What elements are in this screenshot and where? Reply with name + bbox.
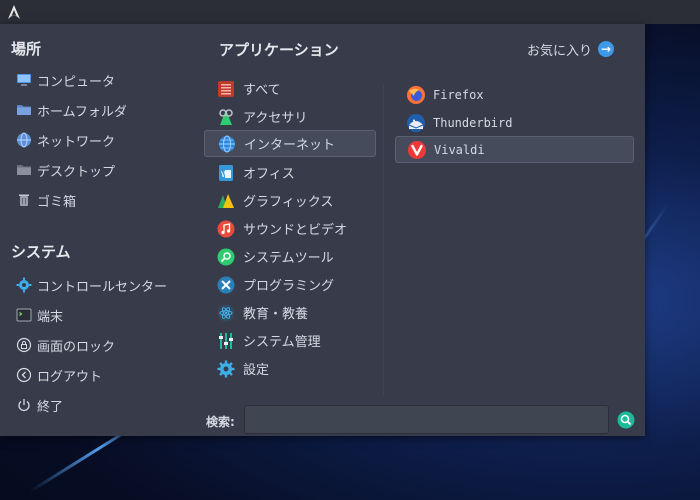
system-shutdown[interactable]: 終了 bbox=[16, 393, 63, 417]
place-trash[interactable]: ゴミ箱 bbox=[16, 188, 76, 212]
office-icon: W bbox=[216, 163, 236, 183]
search-icon[interactable] bbox=[617, 411, 635, 429]
power-icon bbox=[16, 397, 32, 413]
arrow-right-icon: → bbox=[598, 41, 615, 57]
system-label: 画面のロック bbox=[37, 339, 116, 355]
system-logout[interactable]: ログアウト bbox=[16, 363, 102, 387]
place-label: デスクトップ bbox=[37, 164, 116, 180]
system-title: システム bbox=[11, 243, 71, 261]
settings-icon bbox=[216, 359, 236, 379]
place-label: ホームフォルダ bbox=[37, 104, 127, 120]
app-thunderbird[interactable]: Thunderbird bbox=[395, 109, 634, 136]
category-label: オフィス bbox=[243, 167, 295, 182]
application-menu: 場所 コンピュータ ホームフォルダ ネットワーク デスクトップ ゴミ箱 システム bbox=[0, 24, 645, 436]
places-title: 場所 bbox=[11, 40, 42, 58]
system-label: 端末 bbox=[37, 309, 64, 325]
place-home-folder[interactable]: ホームフォルダ bbox=[16, 98, 127, 122]
system-label: ログアウト bbox=[37, 369, 103, 385]
system-label: 終了 bbox=[37, 399, 64, 415]
terminal-icon bbox=[16, 307, 32, 323]
category-label: 教育・教養 bbox=[243, 307, 309, 322]
trash-icon bbox=[16, 192, 32, 208]
place-network[interactable]: ネットワーク bbox=[16, 128, 115, 152]
sound-video-icon bbox=[216, 219, 236, 239]
internet-icon bbox=[217, 134, 237, 154]
category-label: グラフィックス bbox=[243, 195, 334, 210]
app-vivaldi[interactable]: Vivaldi bbox=[395, 136, 634, 163]
system-admin-icon bbox=[216, 331, 236, 351]
control-center-icon bbox=[16, 277, 32, 293]
place-desktop[interactable]: デスクトップ bbox=[16, 158, 115, 182]
home-folder-icon bbox=[16, 102, 32, 118]
category-sound-video[interactable]: サウンドとビデオ bbox=[204, 215, 376, 242]
place-computer[interactable]: コンピュータ bbox=[16, 68, 115, 92]
search-input[interactable] bbox=[244, 405, 609, 434]
top-panel bbox=[0, 0, 700, 24]
category-accessories[interactable]: アクセサリ bbox=[204, 103, 376, 130]
app-firefox[interactable]: Firefox bbox=[395, 81, 634, 108]
lock-icon bbox=[16, 337, 32, 353]
category-all[interactable]: すべて bbox=[204, 75, 376, 102]
system-control-center[interactable]: コントロールセンター bbox=[16, 273, 167, 297]
place-label: ゴミ箱 bbox=[37, 194, 77, 210]
category-system-tools[interactable]: システムツール bbox=[204, 243, 376, 270]
accessories-icon bbox=[216, 107, 236, 127]
category-label: アクセサリ bbox=[243, 111, 308, 126]
svg-text:W: W bbox=[221, 170, 229, 179]
firefox-icon bbox=[406, 85, 426, 105]
vivaldi-icon bbox=[407, 140, 427, 160]
category-internet[interactable]: インターネット bbox=[204, 130, 376, 157]
search-label: 検索: bbox=[206, 415, 235, 429]
favorites-button[interactable]: お気に入り → bbox=[527, 40, 615, 59]
system-label: コントロールセンター bbox=[37, 279, 168, 295]
category-label: システム管理 bbox=[243, 335, 321, 350]
app-label: Thunderbird bbox=[433, 115, 513, 130]
logout-icon bbox=[16, 367, 32, 383]
divider bbox=[383, 84, 384, 396]
favorites-label: お気に入り bbox=[527, 43, 593, 59]
arch-logo-icon[interactable] bbox=[6, 4, 22, 20]
education-icon bbox=[216, 303, 236, 323]
all-apps-icon bbox=[216, 79, 236, 99]
category-label: すべて bbox=[243, 83, 281, 98]
thunderbird-icon bbox=[406, 113, 426, 133]
computer-icon bbox=[16, 72, 32, 88]
category-education[interactable]: 教育・教養 bbox=[204, 299, 376, 326]
category-programming[interactable]: プログラミング bbox=[204, 271, 376, 298]
category-system-admin[interactable]: システム管理 bbox=[204, 327, 376, 354]
place-label: ネットワーク bbox=[37, 134, 116, 150]
programming-icon bbox=[216, 275, 236, 295]
app-label: Vivaldi bbox=[434, 142, 485, 157]
app-label: Firefox bbox=[433, 87, 484, 102]
desktop-folder-icon bbox=[16, 162, 32, 178]
graphics-icon bbox=[216, 191, 236, 211]
system-tools-icon bbox=[216, 247, 236, 267]
category-office[interactable]: W オフィス bbox=[204, 159, 376, 186]
category-label: サウンドとビデオ bbox=[243, 223, 348, 238]
network-icon bbox=[16, 132, 32, 148]
category-label: プログラミング bbox=[243, 279, 335, 294]
category-label: インターネット bbox=[244, 138, 336, 153]
category-settings[interactable]: 設定 bbox=[204, 355, 376, 382]
system-lock-screen[interactable]: 画面のロック bbox=[16, 333, 115, 357]
applications-title: アプリケーション bbox=[219, 41, 339, 59]
system-terminal[interactable]: 端末 bbox=[16, 303, 63, 327]
place-label: コンピュータ bbox=[37, 74, 116, 90]
category-label: システムツール bbox=[243, 251, 334, 266]
category-graphics[interactable]: グラフィックス bbox=[204, 187, 376, 214]
category-label: 設定 bbox=[243, 363, 270, 378]
